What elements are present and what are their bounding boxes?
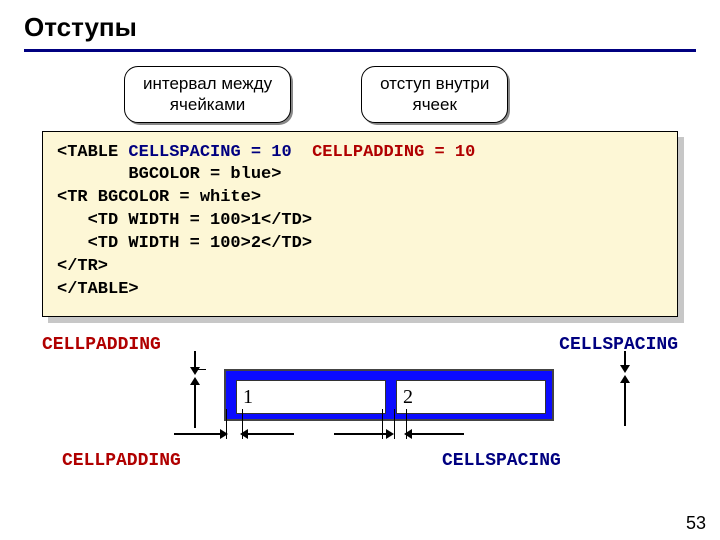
demo-cell-2: 2: [396, 380, 546, 414]
labels-bottom-row: CELLPADDING CELLSPACING: [42, 449, 678, 477]
code-cellpadding: CELLPADDING = 10: [312, 143, 475, 162]
arrow-cellspacing-bottom: [624, 381, 626, 426]
arrow-cellpadding-top: [194, 351, 196, 369]
label-cellpadding-top: CELLPADDING: [42, 335, 161, 355]
callout-cellspacing: интервал между ячейками: [124, 66, 291, 123]
label-cellspacing-top: CELLSPACING: [559, 335, 678, 355]
code-l5: <TD WIDTH = 100>2</TD>: [57, 234, 312, 253]
arrow-cellpadding-bottom: [194, 383, 196, 428]
code-block: <TABLE CELLSPACING = 10 CELLPADDING = 10…: [42, 131, 678, 318]
callouts-row: интервал между ячейками отступ внутри яч…: [124, 66, 696, 123]
arrow-cellspacing-right-h: [410, 433, 464, 435]
labels-top-row: CELLPADDING CELLSPACING: [42, 335, 678, 355]
demo-cell-1: 1: [236, 380, 386, 414]
callout-cellpadding: отступ внутри ячеек: [361, 66, 508, 123]
code-l6: </TR>: [57, 257, 108, 276]
page-title: Отступы: [24, 12, 696, 43]
code-l7: </TABLE>: [57, 280, 139, 299]
code-l4: <TD WIDTH = 100>1</TD>: [57, 211, 312, 230]
code-l1a: <TABLE: [57, 143, 128, 162]
tick-cellpadding: [194, 369, 206, 381]
arrow-cellspacing-left-h: [334, 433, 388, 435]
code-l2: BGCOLOR = blue>: [57, 165, 281, 184]
arrow-cellpadding-left-h: [174, 433, 222, 435]
label-cellspacing-bottom: CELLSPACING: [442, 451, 561, 471]
table-diagram: 1 2: [84, 359, 656, 449]
demo-table: 1 2: [224, 369, 554, 421]
tick-3: [382, 409, 383, 439]
tick-4: [394, 409, 395, 439]
page-number: 53: [686, 513, 706, 534]
code-l1c: [292, 143, 312, 162]
code-l3: <TR BGCOLOR = white>: [57, 188, 261, 207]
label-cellpadding-bottom: CELLPADDING: [62, 451, 181, 471]
code-cellspacing: CELLSPACING = 10: [128, 143, 291, 162]
title-divider: [24, 49, 696, 52]
arrow-cellpadding-right-h: [246, 433, 294, 435]
arrow-cellspacing-top: [624, 351, 626, 367]
